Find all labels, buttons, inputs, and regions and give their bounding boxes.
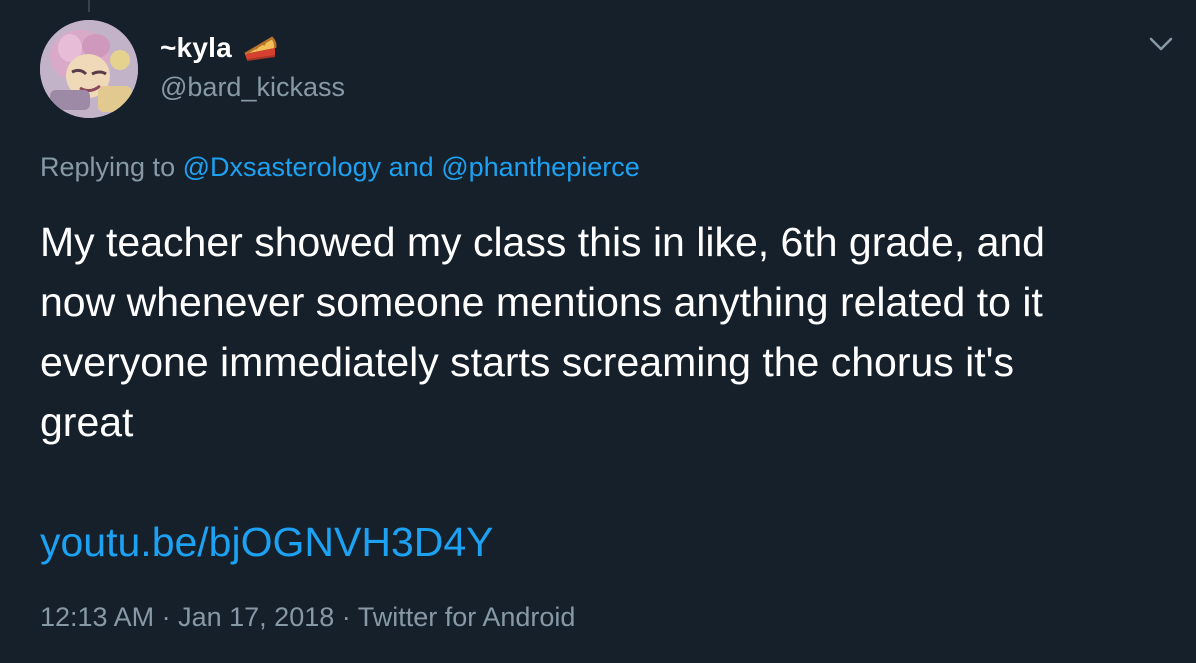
- tweet-date[interactable]: Jan 17, 2018: [178, 602, 334, 632]
- replying-prefix: Replying to: [40, 152, 176, 182]
- tweet-link-row: youtu.be/bjOGNVH3D4Y: [40, 512, 494, 572]
- author-handle[interactable]: @bard_kickass: [160, 72, 345, 103]
- replying-to: Replying to @Dxsasterology and @phanthep…: [40, 152, 640, 183]
- pie-icon: [244, 36, 277, 61]
- reply-mention-1[interactable]: @Dxsasterology: [183, 152, 381, 182]
- tweet-link[interactable]: youtu.be/bjOGNVH3D4Y: [40, 519, 494, 565]
- tweet-card: ~kyla @bard_kickass Replying to @Dxsaste…: [0, 0, 1196, 663]
- reply-mention-2[interactable]: @phanthepierce: [441, 152, 640, 182]
- tweet-source[interactable]: Twitter for Android: [358, 602, 576, 632]
- tweet-metadata: 12:13 AM · Jan 17, 2018 · Twitter for An…: [40, 602, 575, 633]
- reply-joiner[interactable]: and: [389, 152, 434, 182]
- display-name[interactable]: ~kyla: [160, 32, 232, 64]
- avatar[interactable]: [40, 20, 138, 118]
- chevron-down-icon[interactable]: [1146, 30, 1176, 58]
- meta-separator-2: ·: [341, 602, 351, 632]
- avatar-image: [40, 20, 138, 118]
- author-name-row[interactable]: ~kyla: [160, 30, 278, 66]
- meta-separator-1: ·: [161, 602, 171, 632]
- thread-line: [88, 0, 90, 12]
- tweet-time[interactable]: 12:13 AM: [40, 602, 154, 632]
- tweet-text: My teacher showed my class this in like,…: [40, 219, 1045, 445]
